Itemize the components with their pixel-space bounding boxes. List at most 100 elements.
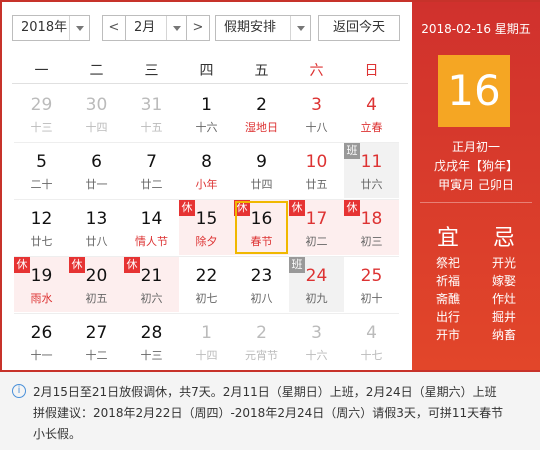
day-number: 23 xyxy=(250,266,273,286)
day-cell[interactable]: 18 初三休 xyxy=(344,200,399,255)
ji-item: 掘井 xyxy=(491,310,516,324)
lunar-label: 十五 xyxy=(140,121,163,134)
lunar-label: 十六 xyxy=(305,349,328,362)
ji-item: 作灶 xyxy=(491,292,516,306)
ji-heading: 忌 xyxy=(492,226,515,251)
day-number: 14 xyxy=(140,209,163,229)
yi-item: 祭祀 xyxy=(435,256,460,270)
day-cell[interactable]: 8 小年 xyxy=(179,143,234,198)
day-number: 28 xyxy=(140,323,163,343)
day-number: 31 xyxy=(140,95,163,115)
day-cell[interactable]: 19 雨水休 xyxy=(14,257,69,312)
day-number: 13 xyxy=(85,209,108,229)
day-number: 7 xyxy=(146,152,157,172)
day-cell[interactable]: 21 初六休 xyxy=(124,257,179,312)
month-select[interactable]: 2月 xyxy=(125,15,187,41)
workday-badge: 班 xyxy=(344,143,360,159)
next-month-button[interactable]: > xyxy=(186,15,210,41)
ji-item: 开光 xyxy=(491,256,516,270)
day-cell-today[interactable]: 16 春节休 xyxy=(234,200,289,255)
lunar-label: 十六 xyxy=(195,121,218,134)
back-to-today-button[interactable]: 返回今天 xyxy=(318,15,400,41)
lunar-label: 初十 xyxy=(360,292,383,305)
lunar-label: 除夕 xyxy=(195,235,218,248)
lunar-label: 廿一 xyxy=(85,178,108,191)
day-cell[interactable]: 2 湿地日 xyxy=(234,86,289,141)
weekday-sun: 日 xyxy=(364,63,379,79)
day-cell[interactable]: 14 情人节 xyxy=(124,200,179,255)
chevron-down-icon xyxy=(69,16,89,40)
day-cell[interactable]: 7 廿二 xyxy=(124,143,179,198)
prev-month-button[interactable]: < xyxy=(102,15,126,41)
day-cell[interactable]: 1 十六 xyxy=(179,86,234,141)
day-cell[interactable]: 5 二十 xyxy=(14,143,69,198)
lunar-label: 廿七 xyxy=(30,235,53,248)
holiday-select[interactable]: 假期安排 xyxy=(215,15,311,41)
lunar-label: 廿四 xyxy=(250,178,273,191)
day-cell[interactable]: 1 十四 xyxy=(179,314,234,369)
ganzhi-year: 戊戌年【狗年】 xyxy=(433,159,518,173)
day-cell[interactable]: 30 十四 xyxy=(69,86,124,141)
yi-item: 出行 xyxy=(435,310,460,324)
lunar-label: 十四 xyxy=(195,349,218,362)
day-number: 4 xyxy=(366,95,377,115)
info-line: 2月15日至21日放假调休，共7天。2月11日（星期日）上班，2月24日（星期六… xyxy=(33,385,497,399)
day-cell[interactable]: 23 初八 xyxy=(234,257,289,312)
lunar-label: 十三 xyxy=(30,121,53,134)
day-cell[interactable]: 4 十七 xyxy=(344,314,399,369)
holiday-badge: 休 xyxy=(124,257,140,273)
day-cell[interactable]: 31 十五 xyxy=(124,86,179,141)
day-cell[interactable]: 20 初五休 xyxy=(69,257,124,312)
day-cell[interactable]: 12 廿七 xyxy=(14,200,69,255)
info-line: 拼假建议：2018年2月22日（周四）-2018年2月24日（周六）请假3天，可… xyxy=(33,406,504,420)
lunar-label: 十二 xyxy=(85,349,108,362)
day-number: 29 xyxy=(30,95,53,115)
holiday-badge: 休 xyxy=(69,257,85,273)
lunar-label: 元宵节 xyxy=(245,349,278,362)
day-number: 27 xyxy=(85,323,108,343)
lunar-label: 二十 xyxy=(30,178,53,191)
day-cell[interactable]: 3 十八 xyxy=(289,86,344,141)
panel-divider xyxy=(420,202,532,203)
lunar-label: 湿地日 xyxy=(245,121,278,134)
day-cell[interactable]: 17 初二休 xyxy=(289,200,344,255)
day-number: 12 xyxy=(30,209,53,229)
day-cell[interactable]: 28 十三 xyxy=(124,314,179,369)
day-cell[interactable]: 13 廿八 xyxy=(69,200,124,255)
day-cell[interactable]: 3 十六 xyxy=(289,314,344,369)
day-cell[interactable]: 9 廿四 xyxy=(234,143,289,198)
day-cell[interactable]: 15 除夕休 xyxy=(179,200,234,255)
lunar-label: 初七 xyxy=(195,292,218,305)
day-cell[interactable]: 2 元宵节 xyxy=(234,314,289,369)
day-cell[interactable]: 26 十一 xyxy=(14,314,69,369)
day-cell[interactable]: 10 廿五 xyxy=(289,143,344,198)
day-cell[interactable]: 22 初七 xyxy=(179,257,234,312)
lunar-label: 廿二 xyxy=(140,178,163,191)
year-select[interactable]: 2018年 xyxy=(12,15,90,41)
day-cell[interactable]: 27 十二 xyxy=(69,314,124,369)
calendar-frame: 2018年 < 2月 > 假期安排 返回今天 一 二 三 四 五 六 日 29 十… xyxy=(0,0,540,372)
selected-date: 2018-02-16 星期五 xyxy=(421,22,531,36)
day-number: 2 xyxy=(256,95,267,115)
lunar-label: 初六 xyxy=(140,292,163,305)
chevron-down-icon xyxy=(166,16,186,40)
weekday-header: 一 二 三 四 五 六 日 xyxy=(12,56,408,84)
lunar-label: 初九 xyxy=(305,292,328,305)
lunar-label: 立春 xyxy=(360,121,383,134)
day-cell[interactable]: 6 廿一 xyxy=(69,143,124,198)
info-line: 小长假。 xyxy=(33,427,82,441)
lunar-label: 初八 xyxy=(250,292,273,305)
day-cell[interactable]: 11 廿六班 xyxy=(344,143,399,198)
day-cell[interactable]: 24 初九班 xyxy=(289,257,344,312)
lunar-label: 初二 xyxy=(305,235,328,248)
day-number: 8 xyxy=(201,152,212,172)
day-cell[interactable]: 25 初十 xyxy=(344,257,399,312)
day-number: 5 xyxy=(36,152,47,172)
chevron-down-icon xyxy=(290,16,310,40)
month-select-value: 2月 xyxy=(134,20,156,35)
day-cell[interactable]: 4 立春 xyxy=(344,86,399,141)
day-cell[interactable]: 29 十三 xyxy=(14,86,69,141)
holiday-info-box: i 2月15日至21日放假调休，共7天。2月11日（星期日）上班，2月24日（星… xyxy=(0,372,540,450)
lunar-label: 廿六 xyxy=(360,178,383,191)
lunar-label: 廿八 xyxy=(85,235,108,248)
